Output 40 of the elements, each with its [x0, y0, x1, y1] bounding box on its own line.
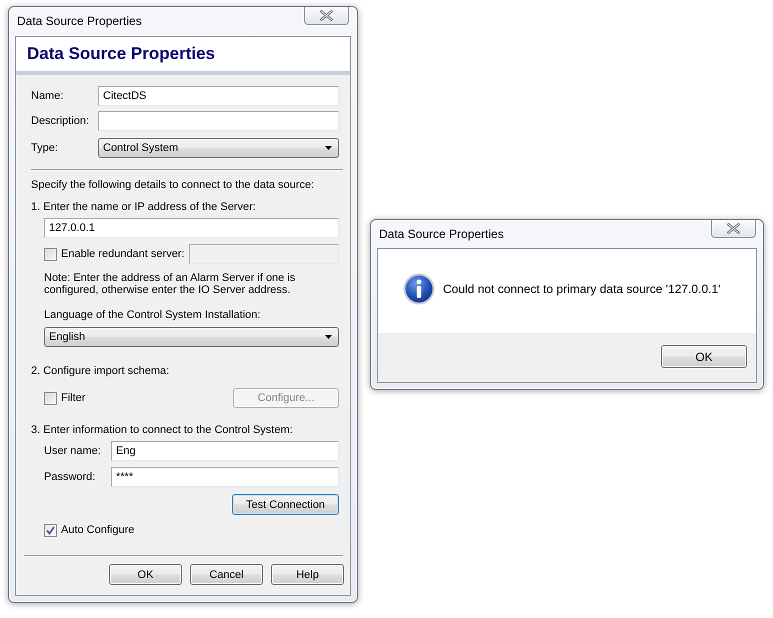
server-field[interactable]: 127.0.0.1	[44, 218, 339, 238]
checkbox-label: Auto Configure	[61, 524, 134, 536]
checkbox[interactable]	[44, 524, 57, 536]
dialog-button[interactable]: Cancel	[190, 564, 263, 585]
caret-icon	[325, 335, 332, 339]
text-field[interactable]	[98, 111, 339, 131]
step-heading: 2. Configure import schema:	[31, 364, 170, 378]
caret-icon	[325, 146, 332, 150]
checkbox-label: Enable redundant server:	[61, 248, 185, 260]
text-field[interactable]: Eng	[111, 441, 339, 461]
instructions-text: Specify the following details to connect to the data source:	[31, 178, 316, 192]
test-connection-button[interactable]: Test Connection	[232, 494, 339, 515]
dialog-button[interactable]: Help	[271, 564, 344, 585]
dialog-heading: Data Source Properties	[27, 44, 216, 64]
text-field[interactable]: ****	[111, 467, 339, 487]
close-button[interactable]	[711, 220, 756, 238]
dropdown[interactable]: Control System	[98, 138, 339, 158]
dialog-button[interactable]: OK	[109, 564, 182, 585]
field-label: Type:	[31, 142, 59, 154]
note-text: Note: Enter the address of an Alarm Server if one is configured, otherwise enter the IO Server address.	[44, 272, 296, 296]
checkbox[interactable]	[44, 392, 57, 404]
language-label: Language of the Control System Installation:	[44, 308, 262, 322]
field-label: Password:	[44, 471, 96, 483]
window-title: Data Source Properties	[378, 226, 504, 242]
window-title: Data Source Properties	[16, 13, 142, 29]
info-icon	[403, 273, 435, 305]
ok-button[interactable]: OK	[661, 345, 747, 368]
checkbox-label: Filter	[61, 392, 86, 404]
check-icon	[46, 526, 55, 534]
language-dropdown[interactable]: English	[44, 327, 339, 347]
text-field[interactable]: CitectDS	[98, 86, 339, 106]
close-button[interactable]	[304, 7, 349, 25]
close-icon	[320, 10, 333, 21]
field-label: Description:	[31, 115, 90, 127]
step-heading: 1. Enter the name or IP address of the Server:	[31, 200, 257, 214]
close-icon	[727, 223, 740, 234]
step-heading: 3. Enter information to connect to the Control System:	[31, 423, 294, 437]
field-label: Name:	[31, 90, 64, 102]
field-label: User name:	[44, 445, 102, 457]
message-text: Could not connect to primary data source '127.0.0.1'	[443, 282, 720, 296]
